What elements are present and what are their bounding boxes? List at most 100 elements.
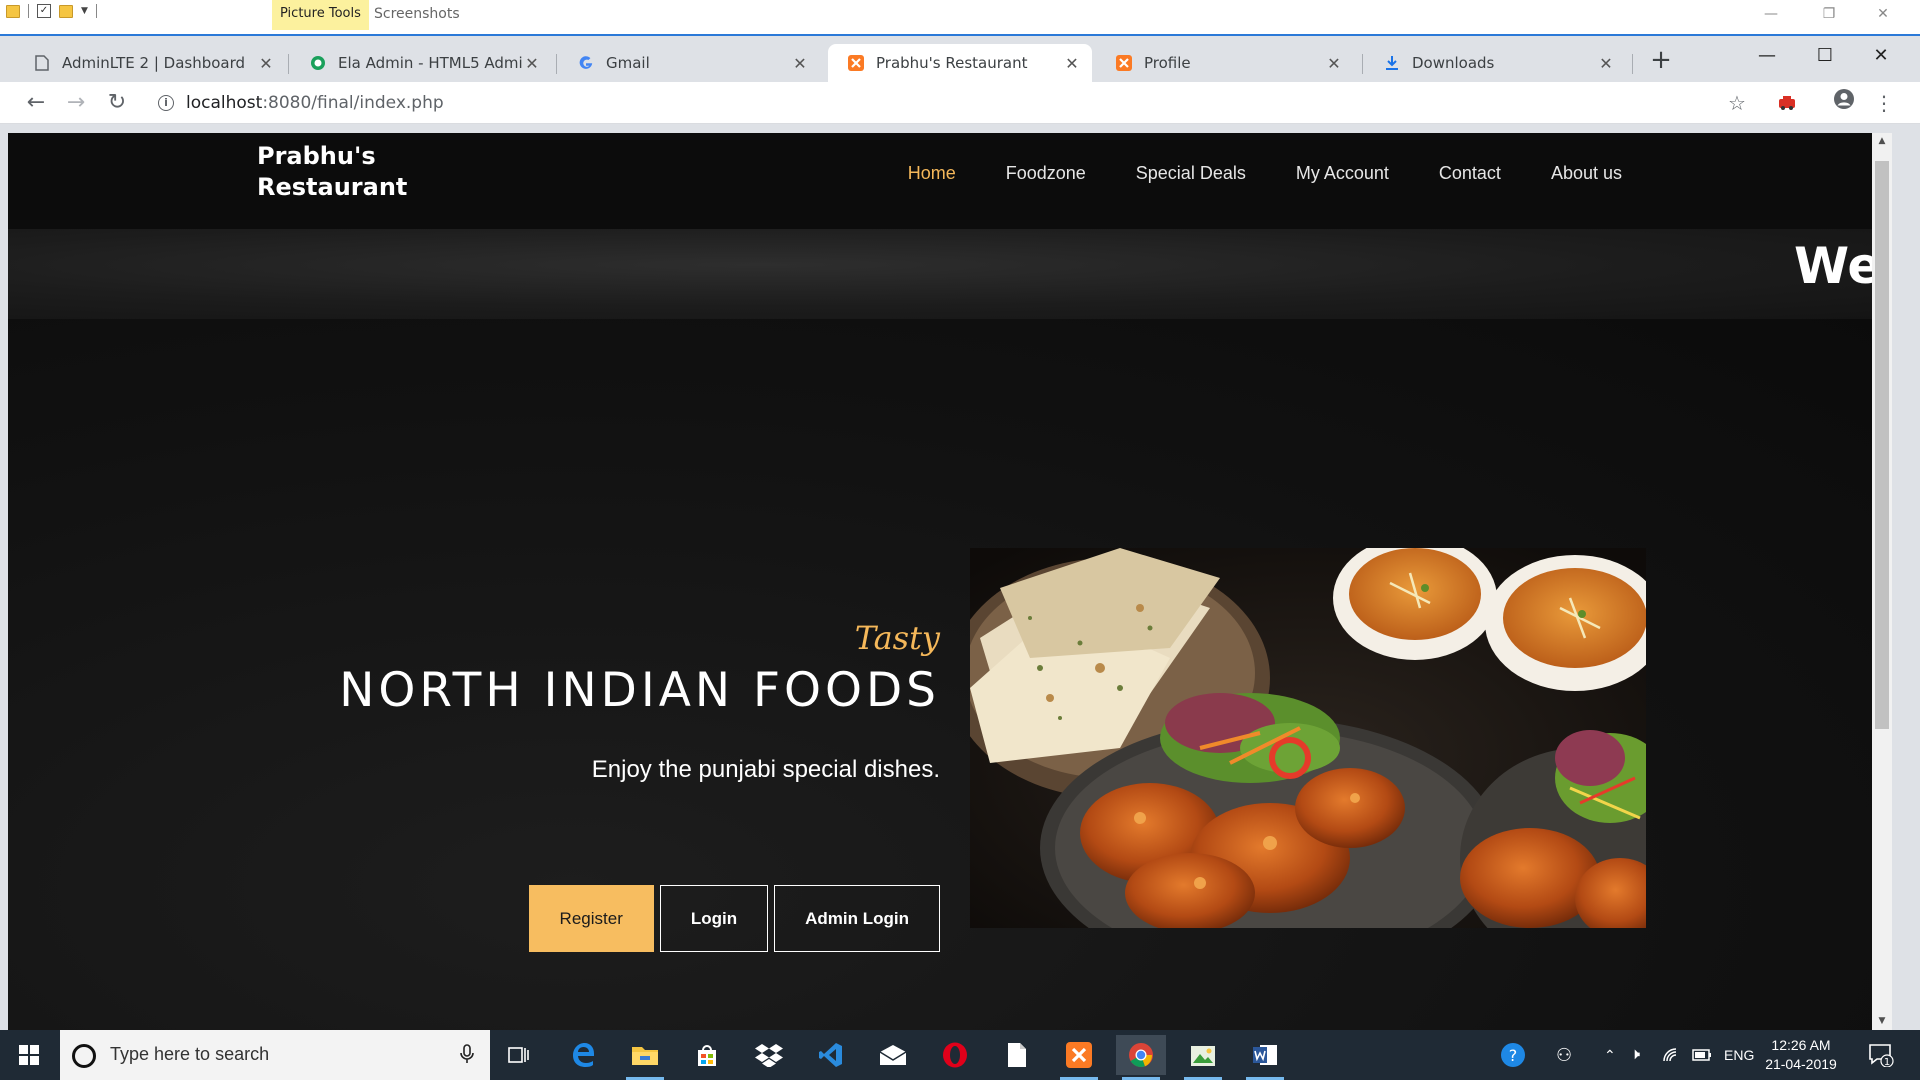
language-indicator[interactable]: ENG [1724, 1030, 1754, 1080]
page-viewport: Prabhu's Restaurant Home Foodzone Specia… [8, 133, 1892, 1030]
clock-date: 21-04-2019 [1765, 1056, 1837, 1072]
hero-copy: Tasty NORTH INDIAN FOODS Enjoy the punja… [208, 619, 940, 952]
tab-title: Downloads [1412, 54, 1495, 72]
forward-button[interactable]: → [61, 88, 91, 118]
scroll-thumb[interactable] [1875, 161, 1889, 729]
tab-gmail[interactable]: Gmail ✕ [558, 44, 820, 82]
xampp-icon [1116, 55, 1132, 71]
tab-profile[interactable]: Profile ✕ [1096, 44, 1354, 82]
help-icon[interactable]: ? [1500, 1030, 1526, 1080]
taskbar-search[interactable]: Type here to search [60, 1030, 490, 1080]
tab-downloads[interactable]: Downloads ✕ [1364, 44, 1626, 82]
extension-icon[interactable] [1772, 88, 1802, 118]
properties-icon[interactable]: ✓ [37, 4, 51, 18]
tab-separator [556, 54, 557, 74]
hero-subtitle: Enjoy the punjabi special dishes. [591, 756, 940, 783]
nav-special-deals[interactable]: Special Deals [1136, 163, 1246, 184]
file-explorer-icon[interactable] [620, 1035, 670, 1080]
minimize-icon[interactable]: — [1748, 0, 1794, 30]
food-photo [970, 548, 1646, 928]
edge-icon[interactable] [558, 1035, 608, 1075]
customize-chevron-icon[interactable]: ▼ [81, 6, 88, 16]
url-path: :8080/final/index.php [262, 93, 444, 113]
notepad-icon[interactable] [992, 1035, 1042, 1075]
profile-avatar-icon[interactable] [1829, 88, 1859, 118]
address-bar[interactable]: i localhost:8080/final/index.php [146, 87, 1744, 119]
scroll-down-icon[interactable]: ▼ [1872, 1013, 1892, 1030]
new-tab-button[interactable]: + [1646, 46, 1676, 76]
site-header: Prabhu's Restaurant Home Foodzone Specia… [8, 133, 1892, 229]
tab-title: Ela Admin - HTML5 Admin Template [338, 54, 524, 72]
hero-actions: Register Login Admin Login [528, 885, 940, 952]
tab-title: AdminLTE 2 | Dashboard [62, 54, 246, 72]
main-nav: Home Foodzone Special Deals My Account C… [858, 163, 1622, 184]
hero-kicker: Tasty [854, 619, 940, 657]
login-button[interactable]: Login [659, 885, 769, 952]
clock-time: 12:26 AM [1771, 1037, 1831, 1053]
dropbox-icon[interactable] [744, 1035, 794, 1075]
separator [28, 4, 29, 18]
tab-title: Gmail [606, 54, 650, 72]
xampp-taskbar-icon[interactable] [1054, 1035, 1104, 1080]
tab-ela-admin[interactable]: Ela Admin - HTML5 Admin Template ✕ [290, 44, 552, 82]
visual-studio-code-icon[interactable] [806, 1035, 856, 1075]
url-host: localhost [186, 93, 263, 113]
people-icon[interactable]: ⚇ [1556, 1030, 1572, 1080]
picture-tools-tab[interactable]: Picture Tools [272, 0, 369, 30]
nav-my-account[interactable]: My Account [1296, 163, 1389, 184]
close-window-icon[interactable]: ✕ [1858, 36, 1904, 76]
chrome-icon[interactable] [1116, 1035, 1166, 1080]
nav-foodzone[interactable]: Foodzone [1006, 163, 1086, 184]
tab-strip: AdminLTE 2 | Dashboard ✕ Ela Admin - HTM… [0, 36, 1920, 82]
close-tab-icon[interactable]: ✕ [1598, 54, 1614, 73]
ela-icon [310, 55, 326, 71]
minimize-icon[interactable]: — [1744, 36, 1790, 76]
menu-kebab-icon[interactable]: ⋮ [1869, 88, 1899, 118]
new-folder-icon[interactable] [59, 4, 73, 18]
close-tab-icon[interactable]: ✕ [524, 54, 540, 73]
nav-contact[interactable]: Contact [1439, 163, 1501, 184]
battery-icon[interactable] [1692, 1030, 1712, 1080]
wifi-icon[interactable] [1662, 1030, 1680, 1080]
tab-prabhus-restaurant[interactable]: Prabhu's Restaurant ✕ [828, 44, 1092, 82]
task-view-icon[interactable] [494, 1035, 544, 1075]
page-scrollbar[interactable]: ▲ ▼ [1872, 133, 1892, 1030]
action-center-icon[interactable]: 1 [1868, 1030, 1894, 1080]
back-button[interactable]: ← [21, 88, 51, 118]
bookmark-star-icon[interactable]: ☆ [1722, 88, 1752, 118]
tab-separator [1632, 54, 1633, 74]
windows-logo-icon [19, 1045, 39, 1065]
maximize-icon[interactable]: ☐ [1802, 36, 1848, 76]
show-hidden-icons-chevron-icon[interactable]: ⌃ [1604, 1030, 1616, 1080]
close-tab-icon[interactable]: ✕ [1064, 54, 1080, 73]
restore-icon[interactable]: ❐ [1806, 0, 1852, 30]
tab-adminlte[interactable]: AdminLTE 2 | Dashboard ✕ [14, 44, 286, 82]
volume-icon[interactable]: 🕨 [1630, 1030, 1640, 1080]
store-icon[interactable] [682, 1035, 732, 1075]
site-brand[interactable]: Prabhu's Restaurant [257, 141, 457, 203]
download-icon [1384, 55, 1400, 71]
admin-login-button[interactable]: Admin Login [774, 885, 940, 952]
close-tab-icon[interactable]: ✕ [258, 54, 274, 73]
nav-about-us[interactable]: About us [1551, 163, 1622, 184]
folder-icon[interactable] [6, 4, 20, 18]
nav-home[interactable]: Home [908, 163, 956, 184]
reload-button[interactable]: ↻ [102, 88, 132, 118]
image-viewer-icon[interactable] [1178, 1035, 1228, 1080]
close-tab-icon[interactable]: ✕ [792, 54, 808, 73]
system-clock[interactable]: 12:26 AM 21-04-2019 [1756, 1036, 1846, 1074]
url-text[interactable]: localhost:8080/final/index.php [186, 93, 444, 113]
close-tab-icon[interactable]: ✕ [1326, 54, 1342, 73]
microphone-icon[interactable] [460, 1044, 474, 1069]
register-button[interactable]: Register [528, 885, 654, 952]
close-icon[interactable]: ✕ [1860, 0, 1906, 30]
word-icon[interactable] [1240, 1035, 1290, 1080]
info-icon[interactable]: i [158, 95, 174, 111]
scroll-up-icon[interactable]: ▲ [1872, 133, 1892, 150]
hero-title: NORTH INDIAN FOODS [339, 663, 940, 718]
mail-icon[interactable] [868, 1035, 918, 1075]
opera-icon[interactable] [930, 1035, 980, 1075]
xampp-icon [848, 55, 864, 71]
start-button[interactable] [0, 1030, 58, 1080]
tab-separator [288, 54, 289, 74]
